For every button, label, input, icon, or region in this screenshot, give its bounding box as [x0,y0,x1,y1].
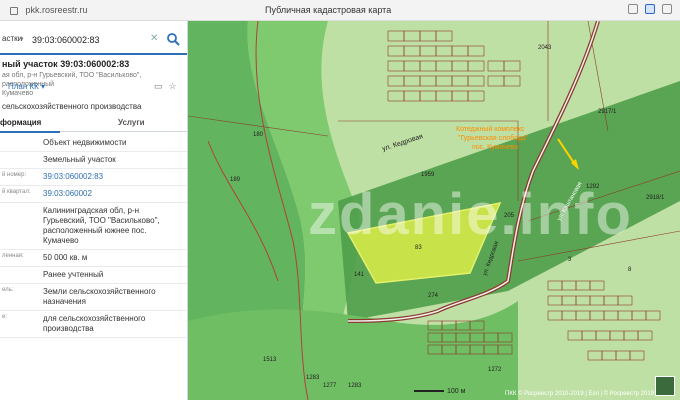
attribute-value: для сельскохозяйственного производства [43,314,146,333]
attribute-row: й квартал: 39:03:060002 [0,186,187,203]
parcel-purpose: сельскохозяйственного производства [2,102,142,111]
attribute-row: Калининградская обл, р-н Гурьевский, ТОО… [0,203,187,250]
card-tabs: формация Услуги [0,116,187,133]
attribute-row: е: для сельскохозяйственного производств… [0,311,187,338]
parcel-number: 189 [230,177,241,183]
star-icon[interactable]: ☆ [169,81,177,92]
attribute-row: й номер: 39:03:060002:83 [0,169,187,186]
parcel-number: 1272 [488,367,502,373]
attribute-value: Земли сельскохозяйственного назначения [43,287,156,306]
parcel-number: 1513 [263,357,277,363]
cadastral-map[interactable]: ул. Кедровая Котеджный комплекс "Гурьевс… [188,21,680,400]
scale-bar: 100 м [414,388,465,395]
search-input[interactable] [30,31,144,49]
print-icon[interactable]: ▭ [154,81,163,92]
tab-information[interactable]: формация [0,118,60,133]
plan-kk-link[interactable]: План КК ▾ [8,82,45,91]
lock-icon [10,6,18,15]
parcel-number: 2043 [538,45,552,51]
attribute-label: й квартал: [2,189,31,195]
parcel-number: 180 [253,132,264,138]
parcel-number: 141 [354,272,365,278]
menu-icon[interactable] [662,4,672,14]
parcel-number: 1283 [348,383,362,389]
attribute-value: Земельный участок [43,155,116,164]
parcel-number: 1277 [323,383,337,389]
copyright-text: ПКК © Росреестр 2010-2019 | Esri | © Рос… [505,391,654,397]
parcel-title: ный участок 39:03:060002:83 [2,59,130,69]
attribute-value: Калининградская обл, р-н Гурьевский, ТОО… [43,206,160,245]
cottage-label-line2: "Гурьевская слобода" [458,134,529,142]
attribute-value: 50 000 кв. м [43,253,88,262]
chevron-down-icon[interactable]: ▾ [20,35,24,43]
cottage-label-line1: Котеджный комплекс [456,125,525,133]
parcel-number: 274 [428,293,439,299]
attribute-label: е: [2,314,8,320]
search-icon[interactable] [166,32,180,46]
clear-icon[interactable]: ✕ [150,33,158,44]
search-bar: астки ▾ ✕ [0,27,187,55]
scale-line [414,390,444,393]
parcel-number: 1959 [421,172,435,178]
attribute-row: ленная: 50 000 кв. м [0,250,187,267]
attribute-row: ель: Земли сельскохозяйственного назначе… [0,284,187,311]
plan-kk-label[interactable]: План КК [8,82,39,91]
cadastral-quarter-link[interactable]: 39:03:060002 [43,186,187,202]
cadastral-number-link[interactable]: 39:03:060002:83 [43,169,187,185]
extension-icon[interactable] [628,4,638,14]
url-text[interactable]: pkk.rosreestr.ru [26,5,88,15]
parcel-number: 1283 [306,375,320,381]
browser-toolbar: pkk.rosreestr.ru Публичная кадастровая к… [0,0,680,21]
attribute-label: ель: [2,287,14,293]
tab-services[interactable]: Услуги [118,118,145,127]
attribute-label: й номер: [2,172,27,178]
account-icon[interactable] [645,4,655,14]
address-bar[interactable]: pkk.rosreestr.ru [10,3,88,17]
scale-label: 100 м [447,388,466,395]
cottage-label-line3: пос. Кумачево [472,144,518,151]
attribute-value: Ранее учтенный [43,270,104,279]
basemap-switcher[interactable] [655,376,675,396]
info-panel: астки ▾ ✕ ный участок 39:03:060002:83 ая… [0,21,188,400]
parcel-number: 2917/1 [598,109,617,115]
watermark: zdanie.info [308,182,633,247]
attribute-value: Объект недвижимости [43,138,127,147]
parcel-number: 2918/1 [646,195,665,201]
attribute-row: Ранее учтенный [0,267,187,284]
attribute-label: ленная: [2,253,24,259]
attribute-list: Объект недвижимости Земельный участок й … [0,135,187,338]
attribute-row: Земельный участок [0,152,187,169]
browser-actions [628,4,672,14]
card-tools: ▭ ☆ [154,81,177,92]
attribute-row: Объект недвижимости [0,135,187,152]
page-title: Публичная кадастровая карта [265,5,392,15]
